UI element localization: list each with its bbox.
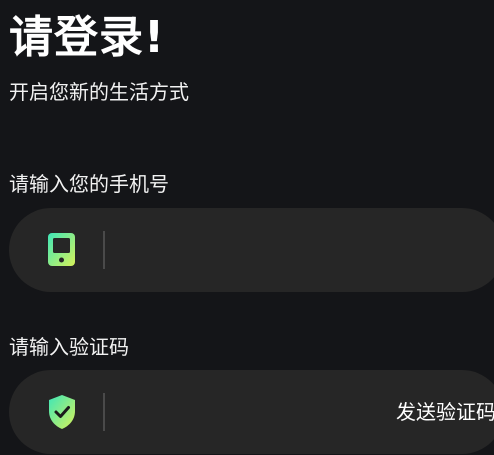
shield-check-icon [49,395,75,429]
phone-input-container[interactable] [9,208,494,292]
input-divider [103,393,105,431]
phone-field-label: 请输入您的手机号 [9,172,169,196]
phone-input[interactable] [113,224,377,278]
input-divider [103,231,105,269]
code-field-label: 请输入验证码 [9,335,129,359]
code-input-container[interactable]: 发送验证码 [9,370,494,454]
page-subtitle: 开启您新的生活方式 [9,80,189,104]
phone-icon [48,233,75,266]
verification-code-input[interactable] [113,386,377,440]
page-title: 请登录! [9,12,166,63]
send-code-button[interactable]: 发送验证码 [396,396,494,428]
